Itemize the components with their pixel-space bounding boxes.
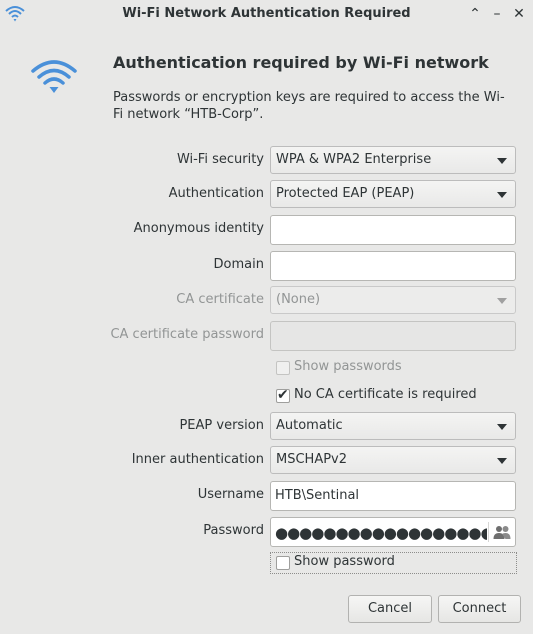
password-value: ●●●●●●●●●●●●●●●●●●●●●●● <box>275 524 487 542</box>
anonymous-identity-input[interactable] <box>270 215 516 245</box>
password-label: Password <box>203 523 264 538</box>
password-input[interactable]: ●●●●●●●●●●●●●●●●●●●●●●● <box>270 517 516 547</box>
inner-authentication-select[interactable]: MSCHAPv2 <box>270 446 516 474</box>
dropdown-arrow-icon <box>497 424 507 430</box>
no-ca-certificate-checkbox[interactable]: ✔ No CA certificate is required <box>270 385 516 407</box>
ca-certificate-password-label: CA certificate password <box>110 327 264 342</box>
ca-certificate-value: (None) <box>276 292 321 307</box>
connect-button[interactable]: Connect <box>438 595 521 623</box>
no-ca-certificate-label: No CA certificate is required <box>294 387 477 402</box>
cancel-button[interactable]: Cancel <box>348 595 432 623</box>
authentication-label: Authentication <box>168 186 264 201</box>
peap-version-value: Automatic <box>276 418 343 433</box>
dropdown-arrow-icon <box>497 158 507 164</box>
anonymous-identity-label: Anonymous identity <box>133 221 264 236</box>
authentication-value: Protected EAP (PEAP) <box>276 186 415 201</box>
username-input[interactable]: HTB\Sentinal <box>270 481 516 511</box>
wifi-icon <box>31 60 77 93</box>
dropdown-arrow-icon <box>497 192 507 198</box>
dialog-heading: Authentication required by Wi-Fi network <box>113 53 489 72</box>
show-passwords-checkbox[interactable]: Show passwords <box>270 357 470 379</box>
dialog-description: Passwords or encryption keys are require… <box>113 90 505 122</box>
checkmark-icon: ✔ <box>277 387 289 403</box>
chevron-up-icon[interactable]: ⌃ <box>466 5 484 23</box>
show-passwords-label: Show passwords <box>294 359 402 374</box>
ca-certificate-label: CA certificate <box>176 292 264 307</box>
show-password-checkbox[interactable]: Show password <box>270 552 517 574</box>
title-bar: Wi-Fi Network Authentication Required ⌃ … <box>0 0 533 28</box>
users-icon[interactable] <box>493 524 511 540</box>
peap-version-label: PEAP version <box>179 418 264 433</box>
wifi-security-label: Wi-Fi security <box>176 152 264 167</box>
wifi-security-value: WPA & WPA2 Enterprise <box>276 152 432 167</box>
dropdown-arrow-icon <box>497 458 507 464</box>
peap-version-select[interactable]: Automatic <box>270 412 516 440</box>
ca-certificate-select[interactable]: (None) <box>270 286 516 314</box>
minimize-icon[interactable]: – <box>488 5 506 23</box>
username-value: HTB\Sentinal <box>275 488 360 503</box>
close-icon[interactable]: ✕ <box>510 5 528 23</box>
dropdown-arrow-icon <box>497 298 507 304</box>
checkbox-box: ✔ <box>276 387 290 403</box>
username-label: Username <box>197 487 264 502</box>
wifi-security-select[interactable]: WPA & WPA2 Enterprise <box>270 146 516 174</box>
inner-authentication-label: Inner authentication <box>131 452 264 467</box>
window-title: Wi-Fi Network Authentication Required <box>122 6 411 21</box>
domain-label: Domain <box>213 257 264 272</box>
show-password-label: Show password <box>294 554 395 569</box>
authentication-select[interactable]: Protected EAP (PEAP) <box>270 180 516 208</box>
checkbox-box <box>276 556 290 570</box>
inner-authentication-value: MSCHAPv2 <box>276 452 348 467</box>
domain-input[interactable] <box>270 251 516 281</box>
divider <box>488 522 489 542</box>
checkbox-box <box>276 361 290 375</box>
ca-certificate-password-input[interactable] <box>270 321 516 351</box>
